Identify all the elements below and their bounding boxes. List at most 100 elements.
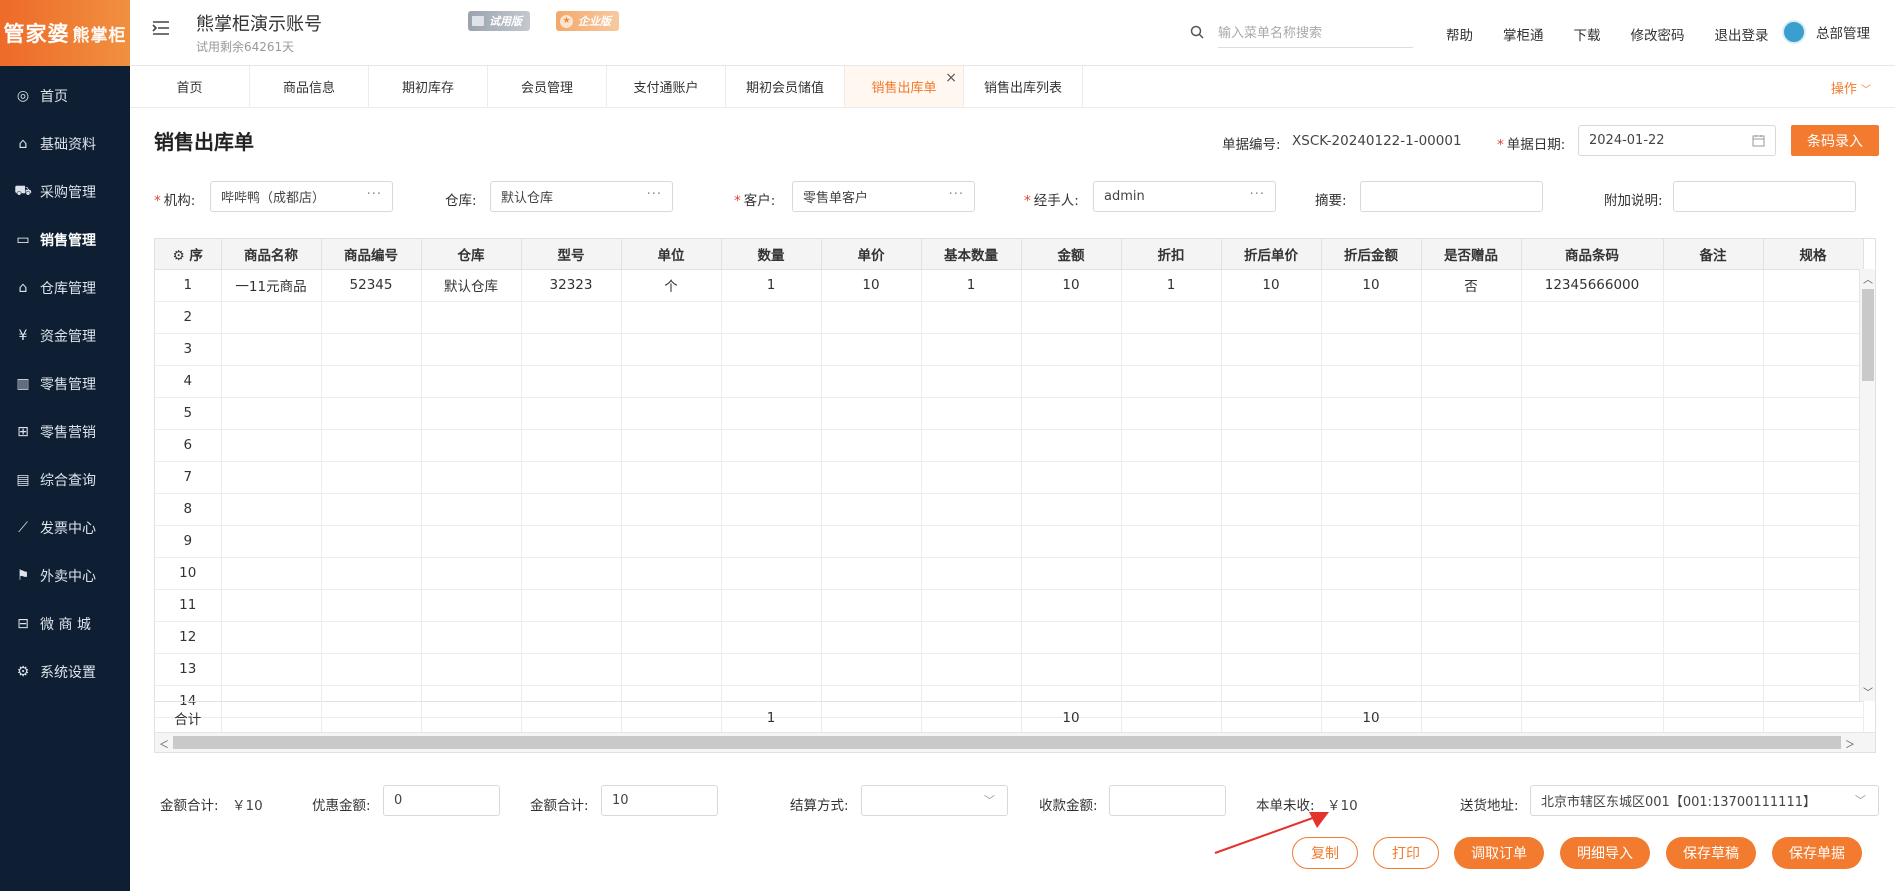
table-cell[interactable] [1321,525,1422,558]
table-cell[interactable] [621,525,722,558]
table-cell[interactable] [421,461,522,494]
help-link[interactable]: 帮助 [1446,24,1473,44]
table-cell[interactable] [1321,397,1422,430]
table-cell[interactable] [921,301,1022,334]
discount-field[interactable]: 0 [383,785,500,816]
save-draft-button[interactable]: 保存草稿 [1666,837,1756,869]
table-cell[interactable] [1221,653,1322,686]
table-cell[interactable] [1221,525,1322,558]
table-cell[interactable] [321,397,422,430]
table-cell[interactable] [1763,653,1864,686]
barcode-entry-button[interactable]: 条码录入 [1791,125,1879,156]
table-cell[interactable] [1221,397,1322,430]
table-cell[interactable] [421,621,522,654]
print-button[interactable]: 打印 [1373,837,1439,869]
table-cell[interactable] [1763,525,1864,558]
table-cell[interactable] [321,557,422,590]
table-cell[interactable] [721,397,822,430]
calendar-icon[interactable] [1752,134,1765,151]
more-icon[interactable]: ··· [367,187,382,202]
table-cell[interactable] [921,397,1022,430]
table-cell[interactable] [1763,397,1864,430]
table-cell[interactable] [221,461,322,494]
table-cell[interactable] [621,589,722,622]
table-cell[interactable] [1663,301,1764,334]
table-cell[interactable] [1021,589,1122,622]
table-cell[interactable]: 10 [1221,269,1322,302]
table-cell[interactable] [1521,589,1664,622]
table-cell[interactable] [221,621,322,654]
menu-toggle-icon[interactable] [152,20,170,40]
table-cell[interactable] [1121,653,1222,686]
horizontal-scrollbar[interactable]: ＜ ＞ [155,732,1875,752]
org-field[interactable]: 哔哔鸭（成都店） ··· [210,181,393,212]
table-cell[interactable] [1021,525,1122,558]
column-header[interactable]: 基本数量 [921,239,1022,270]
table-cell[interactable]: 10 [821,269,922,302]
table-cell[interactable] [821,621,922,654]
table-cell[interactable] [521,397,622,430]
table-cell[interactable] [921,429,1022,462]
table-cell[interactable] [1663,557,1764,590]
table-cell[interactable] [221,301,322,334]
more-icon[interactable]: ··· [647,187,662,202]
table-cell[interactable] [821,429,922,462]
column-header[interactable]: ⚙ 序 [155,239,222,270]
tab-home[interactable]: 首页 [130,66,250,107]
column-header[interactable]: 商品条码 [1521,239,1664,270]
scroll-down-icon[interactable]: ﹀ [1863,684,1873,699]
table-cell[interactable] [1121,397,1222,430]
table-row[interactable]: 8 [155,493,1864,526]
table-cell[interactable] [821,365,922,398]
table-cell[interactable] [221,365,322,398]
vertical-scroll-thumb[interactable] [1862,289,1874,381]
table-cell[interactable] [421,429,522,462]
table-cell[interactable] [1763,621,1864,654]
table-cell[interactable] [721,333,822,366]
table-cell[interactable] [721,525,822,558]
summary-field[interactable] [1360,181,1543,212]
table-cell[interactable] [1663,397,1764,430]
table-cell[interactable] [1121,589,1222,622]
table-cell[interactable] [1421,493,1522,526]
sidebar-item-7[interactable]: ⊞ 零售营销 [0,408,130,456]
column-header[interactable]: 是否赠品 [1421,239,1522,270]
table-cell[interactable] [1663,589,1764,622]
table-cell[interactable] [421,333,522,366]
table-cell[interactable] [621,397,722,430]
table-cell[interactable] [721,461,822,494]
table-cell[interactable] [1121,301,1222,334]
sidebar-item-0[interactable]: ◎ 首页 [0,72,130,120]
menu-search-input[interactable] [1218,20,1413,48]
table-cell[interactable] [1763,269,1864,302]
table-cell[interactable] [921,461,1022,494]
table-cell[interactable] [1421,653,1522,686]
table-cell[interactable] [721,621,822,654]
table-cell[interactable] [821,397,922,430]
table-cell[interactable] [1021,621,1122,654]
table-cell[interactable] [321,429,422,462]
table-row[interactable]: 13 [155,653,1864,686]
table-cell[interactable] [1421,301,1522,334]
table-cell[interactable] [1121,333,1222,366]
table-cell[interactable] [1763,461,1864,494]
table-cell[interactable] [1021,653,1122,686]
table-cell[interactable] [321,653,422,686]
vertical-scrollbar[interactable]: ︿ ﹀ [1859,269,1875,701]
tab-member-management[interactable]: 会员管理 [488,66,607,107]
table-cell[interactable] [421,653,522,686]
table-cell[interactable] [1763,301,1864,334]
table-cell[interactable] [421,493,522,526]
table-cell[interactable] [1221,589,1322,622]
table-row[interactable]: 10 [155,557,1864,590]
table-cell[interactable] [1221,493,1322,526]
column-header[interactable]: 折后单价 [1221,239,1322,270]
table-cell[interactable] [1421,525,1522,558]
table-row[interactable]: 9 [155,525,1864,558]
user-menu[interactable]: 总部管理 [1782,20,1870,44]
table-cell[interactable] [1521,653,1664,686]
date-field[interactable]: 2024-01-22 [1578,125,1776,156]
table-cell[interactable] [821,653,922,686]
table-cell[interactable] [1221,365,1322,398]
table-cell[interactable]: 32323 [521,269,622,302]
